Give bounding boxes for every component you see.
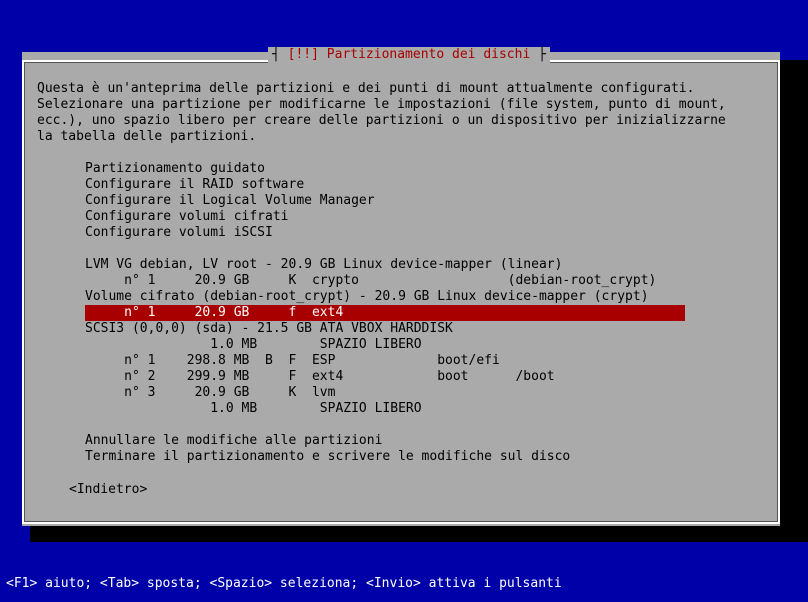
menu-item-configure-iscsi[interactable]: Configurare volumi iSCSI xyxy=(85,225,685,241)
status-bar: <F1> aiuto; <Tab> sposta; <Spazio> selez… xyxy=(6,576,562,591)
menu-item-finish-partitioning[interactable]: Terminare il partizionamento e scrivere … xyxy=(85,449,685,465)
menu-item-configure-raid[interactable]: Configurare il RAID software xyxy=(85,177,685,193)
partition-row[interactable]: n° 3 20.9 GB K lvm xyxy=(85,385,685,401)
menu-item-undo-changes[interactable]: Annullare le modifiche alle partizioni xyxy=(85,433,685,449)
intro-line: la tabella delle partizioni. xyxy=(37,129,257,144)
partition-row[interactable]: n° 1 298.8 MB B F ESP boot/efi xyxy=(85,353,685,369)
dialog-title: ┤ [!!] Partizionamento dei dischi ├ xyxy=(268,47,550,63)
partitioning-dialog: ┤ [!!] Partizionamento dei dischi ├ Ques… xyxy=(22,47,780,526)
partition-row-selected[interactable]: n° 1 20.9 GB f ext4 xyxy=(85,305,685,321)
partition-row[interactable]: n° 1 20.9 GB K crypto (debian-root_crypt… xyxy=(85,273,685,289)
device-lvm-vg-debian-root[interactable]: LVM VG debian, LV root - 20.9 GB Linux d… xyxy=(85,257,685,273)
menu-item-guided-partitioning[interactable]: Partizionamento guidato xyxy=(85,161,685,177)
free-space-row[interactable]: 1.0 MB SPAZIO LIBERO xyxy=(85,337,685,353)
device-scsi3-sda[interactable]: SCSI3 (0,0,0) (sda) - 21.5 GB ATA VBOX H… xyxy=(85,321,685,337)
partition-row[interactable]: n° 2 299.9 MB F ext4 boot /boot xyxy=(85,369,685,385)
device-encrypted-volume[interactable]: Volume cifrato (debian-root_crypt) - 20.… xyxy=(85,289,685,305)
menu-item-configure-lvm[interactable]: Configurare il Logical Volume Manager xyxy=(85,193,685,209)
back-button[interactable]: <Indietro> xyxy=(69,482,147,498)
intro-line: Selezionare una partizione per modificar… xyxy=(37,97,726,112)
menu-item-configure-encrypted-volumes[interactable]: Configurare volumi cifrati xyxy=(85,209,685,225)
free-space-row[interactable]: 1.0 MB SPAZIO LIBERO xyxy=(85,401,685,417)
intro-line: ecc.), uno spazio libero per creare dell… xyxy=(37,113,726,128)
intro-line: Questa è un'anteprima delle partizioni e… xyxy=(37,81,695,96)
dialog-title-text: [!!] Partizionamento dei dischi xyxy=(287,47,531,62)
